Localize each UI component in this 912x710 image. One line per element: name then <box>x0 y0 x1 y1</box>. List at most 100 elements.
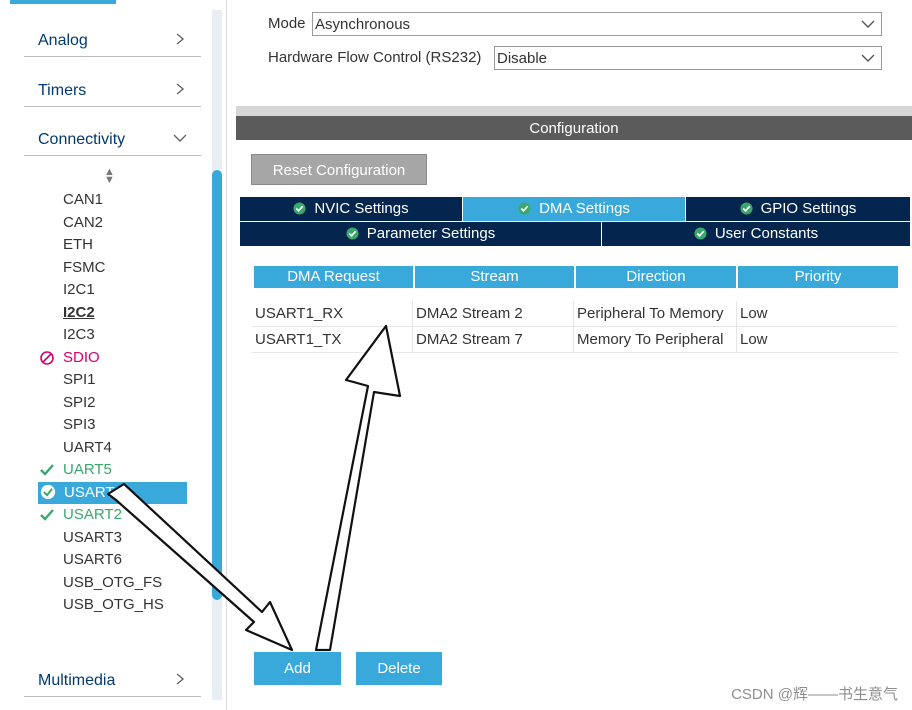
item-label: UART4 <box>63 439 112 456</box>
add-button[interactable]: Add <box>254 652 341 685</box>
chevron-down-icon <box>173 134 187 142</box>
sidebar-item-can1[interactable]: CAN1 <box>63 189 103 211</box>
column-header-direction[interactable]: Direction <box>576 266 736 288</box>
mode-select[interactable]: Asynchronous <box>312 12 882 36</box>
item-label: USART2 <box>63 506 122 523</box>
check-icon <box>40 509 54 521</box>
chevron-right-icon <box>176 83 185 95</box>
category-analog[interactable]: Analog <box>24 20 201 57</box>
hardware-flow-control-value: Disable <box>497 50 548 67</box>
tab-label: GPIO Settings <box>760 200 857 217</box>
reset-configuration-button[interactable]: Reset Configuration <box>251 154 427 185</box>
tab-parameter-settings[interactable]: Parameter Settings <box>240 222 601 246</box>
sidebar-item-usart3[interactable]: USART3 <box>63 527 122 549</box>
column-header-priority[interactable]: Priority <box>738 266 898 288</box>
sidebar-item-spi3[interactable]: SPI3 <box>63 414 96 436</box>
item-label: SPI2 <box>63 394 96 411</box>
item-label: I2C3 <box>63 326 95 343</box>
item-label: SPI3 <box>63 416 96 433</box>
sidebar-item-uart5[interactable]: UART5 <box>40 459 112 481</box>
check-circle-icon <box>40 484 56 500</box>
sidebar-item-uart4[interactable]: UART4 <box>63 437 112 459</box>
category-multimedia[interactable]: Multimedia <box>24 660 201 697</box>
cell-priority: Low <box>740 305 768 322</box>
sidebar-item-usart1[interactable]: USART1 <box>38 482 187 504</box>
sidebar-top-indicator <box>10 0 116 4</box>
sidebar-item-sdio[interactable]: SDIO <box>40 347 100 369</box>
category-timers[interactable]: Timers <box>24 70 201 107</box>
item-label: I2C2 <box>63 304 95 321</box>
table-row[interactable]: USART1_RX DMA2 Stream 2 Peripheral To Me… <box>252 301 898 327</box>
cell-direction: Peripheral To Memory <box>574 301 737 326</box>
item-label: ETH <box>63 236 93 253</box>
chevron-right-icon <box>176 673 185 685</box>
tab-label: DMA Settings <box>539 200 630 217</box>
check-circle-icon <box>694 227 707 240</box>
tab-dma-settings[interactable]: DMA Settings <box>463 197 685 221</box>
tab-nvic-settings[interactable]: NVIC Settings <box>240 197 462 221</box>
check-circle-icon <box>518 202 531 215</box>
item-label: USART1 <box>64 484 123 501</box>
item-label: FSMC <box>63 259 106 276</box>
item-label: USB_OTG_FS <box>63 574 163 591</box>
item-label: SPI1 <box>63 371 96 388</box>
column-header-stream[interactable]: Stream <box>415 266 574 288</box>
sidebar-item-can2[interactable]: CAN2 <box>63 212 103 234</box>
sort-icon[interactable]: ▲ ▼ <box>104 167 115 186</box>
check-circle-icon <box>740 202 753 215</box>
category-connectivity[interactable]: Connectivity <box>24 119 201 156</box>
category-label: Timers <box>38 82 87 99</box>
item-label: USART6 <box>63 551 122 568</box>
tab-label: User Constants <box>714 225 819 242</box>
mode-section: Mode Asynchronous Hardware Flow Control … <box>236 0 912 106</box>
item-label: USART3 <box>63 529 122 546</box>
check-icon <box>40 464 54 476</box>
category-label: Analog <box>38 32 88 49</box>
cell-direction: Memory To Peripheral <box>574 327 737 352</box>
chevron-down-icon <box>861 20 875 28</box>
cell-stream: DMA2 Stream 7 <box>413 327 574 352</box>
sidebar-item-usb-otg-fs[interactable]: USB_OTG_FS <box>63 572 162 594</box>
sidebar-item-usb-otg-hs[interactable]: USB_OTG_HS <box>63 594 164 616</box>
mode-label: Mode <box>268 15 306 32</box>
check-circle-icon <box>346 227 359 240</box>
table-row[interactable]: USART1_TX DMA2 Stream 7 Memory To Periph… <box>252 327 898 353</box>
delete-button[interactable]: Delete <box>356 652 442 685</box>
sidebar-item-i2c1[interactable]: I2C1 <box>63 279 95 301</box>
sidebar: Analog Timers Connectivity ▲ ▼ CAN1 CAN2 … <box>0 0 227 710</box>
sidebar-item-i2c2[interactable]: I2C2 <box>63 302 95 324</box>
cell-stream: DMA2 Stream 2 <box>413 301 574 326</box>
configuration-header: Configuration <box>236 116 912 140</box>
item-label: SDIO <box>63 349 100 366</box>
watermark: CSDN @辉——书生意气 <box>731 686 898 703</box>
sidebar-item-fsmc[interactable]: FSMC <box>63 257 106 279</box>
sidebar-item-i2c3[interactable]: I2C3 <box>63 324 95 346</box>
forbidden-icon <box>40 351 54 365</box>
main-panel: Mode Asynchronous Hardware Flow Control … <box>236 0 912 710</box>
tab-user-constants[interactable]: User Constants <box>602 222 910 246</box>
sidebar-item-usart6[interactable]: USART6 <box>63 549 122 571</box>
sidebar-item-spi1[interactable]: SPI1 <box>63 369 96 391</box>
cell-dma-request: USART1_TX <box>252 327 413 352</box>
sidebar-item-usart2[interactable]: USART2 <box>40 504 122 526</box>
hardware-flow-control-select[interactable]: Disable <box>494 46 882 70</box>
tab-label: NVIC Settings <box>314 200 409 217</box>
hardware-flow-control-label: Hardware Flow Control (RS232) <box>268 49 482 66</box>
mode-select-value: Asynchronous <box>315 16 411 33</box>
category-label: Multimedia <box>38 672 116 689</box>
sidebar-item-eth[interactable]: ETH <box>63 234 93 256</box>
sidebar-scrollbar-thumb[interactable] <box>212 170 222 600</box>
item-label: USB_OTG_HS <box>63 596 164 613</box>
configuration-body: Reset Configuration NVIC Settings DMA Se… <box>236 140 912 706</box>
chevron-right-icon <box>176 33 185 45</box>
tab-gpio-settings[interactable]: GPIO Settings <box>686 197 910 221</box>
chevron-down-icon <box>861 54 875 62</box>
column-header-dma-request[interactable]: DMA Request <box>254 266 413 288</box>
tab-label: Parameter Settings <box>366 225 496 242</box>
cell-dma-request: USART1_RX <box>252 301 413 326</box>
section-divider[interactable] <box>236 106 912 116</box>
category-label: Connectivity <box>38 131 126 148</box>
item-label: CAN2 <box>63 214 104 231</box>
sidebar-item-spi2[interactable]: SPI2 <box>63 392 96 414</box>
item-label: CAN1 <box>63 191 104 208</box>
